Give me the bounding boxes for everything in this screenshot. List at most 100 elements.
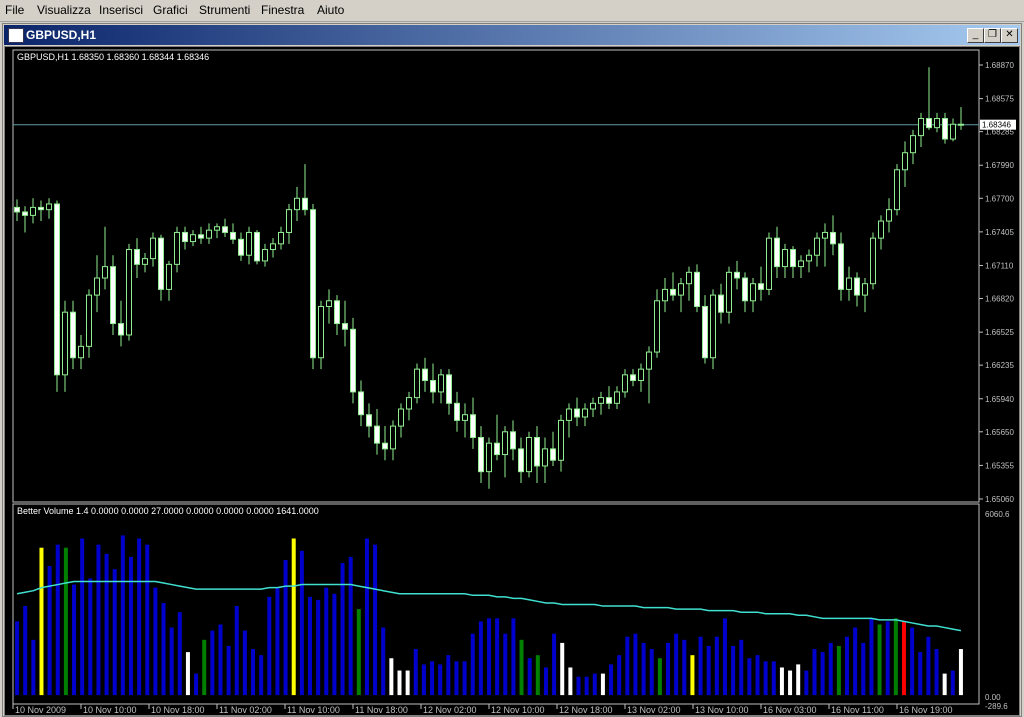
volume-bar bbox=[446, 655, 451, 696]
candle-body bbox=[774, 237, 780, 268]
volume-bar bbox=[356, 609, 361, 696]
candle-body bbox=[542, 448, 548, 467]
volume-bar bbox=[893, 618, 898, 696]
volume-bar bbox=[527, 658, 532, 696]
volume-bar bbox=[722, 618, 727, 696]
volume-bar bbox=[617, 655, 622, 696]
menu-finestra[interactable]: Finestra bbox=[261, 3, 304, 17]
menu-visualizza[interactable]: Visualizza bbox=[37, 3, 91, 17]
time-label: 10 Nov 18:00 bbox=[151, 705, 205, 715]
candle-body bbox=[734, 271, 740, 279]
current-price-label: 1.68346 bbox=[982, 121, 1011, 130]
candle-body bbox=[390, 425, 396, 450]
candle-body bbox=[566, 408, 572, 421]
candle bbox=[766, 232, 772, 296]
volume-bar bbox=[15, 621, 20, 696]
candle-body bbox=[246, 231, 252, 256]
candle-body bbox=[830, 231, 836, 245]
volume-bar bbox=[836, 645, 841, 696]
candle-body bbox=[718, 294, 724, 313]
candle-body bbox=[134, 249, 140, 265]
volume-bar bbox=[23, 606, 28, 696]
candle-body bbox=[302, 197, 308, 211]
candle-body bbox=[14, 206, 20, 213]
volume-bar bbox=[31, 639, 36, 696]
volume-bar bbox=[609, 664, 614, 696]
candle-body bbox=[254, 231, 260, 262]
candle-body bbox=[406, 397, 412, 410]
candle-body bbox=[526, 436, 532, 473]
window-titlebar[interactable]: GBPUSD,H1 _ ❐ ✕ bbox=[4, 25, 1020, 45]
volume-bar bbox=[910, 627, 915, 696]
volume-bar bbox=[381, 627, 386, 696]
menu-file[interactable]: File bbox=[5, 3, 24, 17]
menu-bar: File Visualizza Inserisci Grafici Strume… bbox=[0, 0, 1024, 22]
volume-bar bbox=[869, 618, 874, 696]
candle bbox=[310, 203, 316, 370]
volume-bar bbox=[877, 624, 882, 696]
candle-body bbox=[902, 152, 908, 171]
candle bbox=[414, 363, 420, 404]
volume-bar bbox=[430, 661, 435, 696]
volume-bar bbox=[755, 655, 760, 696]
candle-body bbox=[822, 231, 828, 239]
candle-body bbox=[278, 231, 284, 245]
price-label: 1.66820 bbox=[985, 295, 1014, 304]
volume-bar bbox=[714, 636, 719, 696]
price-label: 1.65355 bbox=[985, 461, 1014, 470]
volume-bar bbox=[63, 547, 68, 696]
close-icon[interactable]: ✕ bbox=[1001, 28, 1018, 43]
candle-body bbox=[398, 408, 404, 427]
menu-inserisci[interactable]: Inserisci bbox=[99, 3, 143, 17]
candle-body bbox=[462, 414, 468, 421]
volume-bar bbox=[373, 544, 378, 696]
time-label: 12 Nov 02:00 bbox=[423, 705, 477, 715]
chart-canvas[interactable]: GBPUSD,H1 1.68350 1.68360 1.68344 1.6834… bbox=[5, 47, 1019, 715]
candle-body bbox=[486, 442, 492, 473]
candle-body bbox=[534, 436, 540, 467]
volume-bar bbox=[633, 633, 638, 696]
candle-body bbox=[318, 305, 324, 359]
candle-body bbox=[166, 263, 172, 290]
restore-icon[interactable]: ❐ bbox=[984, 28, 1001, 43]
candle-body bbox=[710, 294, 716, 359]
candle-body bbox=[382, 442, 388, 450]
time-label: 13 Nov 10:00 bbox=[695, 705, 749, 715]
candle-body bbox=[294, 197, 300, 211]
candle-body bbox=[198, 234, 204, 239]
chart-area[interactable]: GBPUSD,H1 1.68350 1.68360 1.68344 1.6834… bbox=[4, 46, 1020, 716]
chart-window: GBPUSD,H1 _ ❐ ✕ GBPUSD,H1 1.68350 1.6836… bbox=[2, 23, 1022, 717]
candle-body bbox=[686, 271, 692, 285]
candle-body bbox=[206, 229, 212, 239]
candle-body bbox=[358, 391, 364, 416]
candle-body bbox=[518, 448, 524, 473]
volume-bar bbox=[169, 627, 174, 696]
candle-body bbox=[934, 118, 940, 129]
candle-body bbox=[510, 431, 516, 450]
volume-bar bbox=[495, 618, 500, 696]
volume-bar bbox=[625, 636, 630, 696]
volume-bar bbox=[80, 538, 85, 696]
volume-bar bbox=[519, 639, 524, 696]
volume-bar bbox=[706, 645, 711, 696]
candle bbox=[894, 164, 900, 216]
candle-body bbox=[62, 311, 68, 376]
candle-body bbox=[454, 402, 460, 421]
volume-bar bbox=[739, 639, 744, 696]
candle-body bbox=[670, 288, 676, 296]
volume-bar bbox=[592, 673, 597, 696]
candle bbox=[54, 200, 60, 392]
volume-bar bbox=[88, 578, 93, 696]
candle-body bbox=[638, 368, 644, 382]
candle-body bbox=[958, 123, 964, 126]
menu-strumenti[interactable]: Strumenti bbox=[199, 3, 250, 17]
minimize-icon[interactable]: _ bbox=[967, 28, 984, 43]
candle-body bbox=[126, 249, 132, 336]
volume-bar bbox=[389, 658, 394, 696]
volume-bar bbox=[763, 661, 768, 696]
menu-grafici[interactable]: Grafici bbox=[153, 3, 188, 17]
volume-bar bbox=[242, 630, 247, 696]
menu-aiuto[interactable]: Aiuto bbox=[317, 3, 344, 17]
volume-bar bbox=[218, 624, 223, 696]
volume-bar bbox=[478, 621, 483, 696]
